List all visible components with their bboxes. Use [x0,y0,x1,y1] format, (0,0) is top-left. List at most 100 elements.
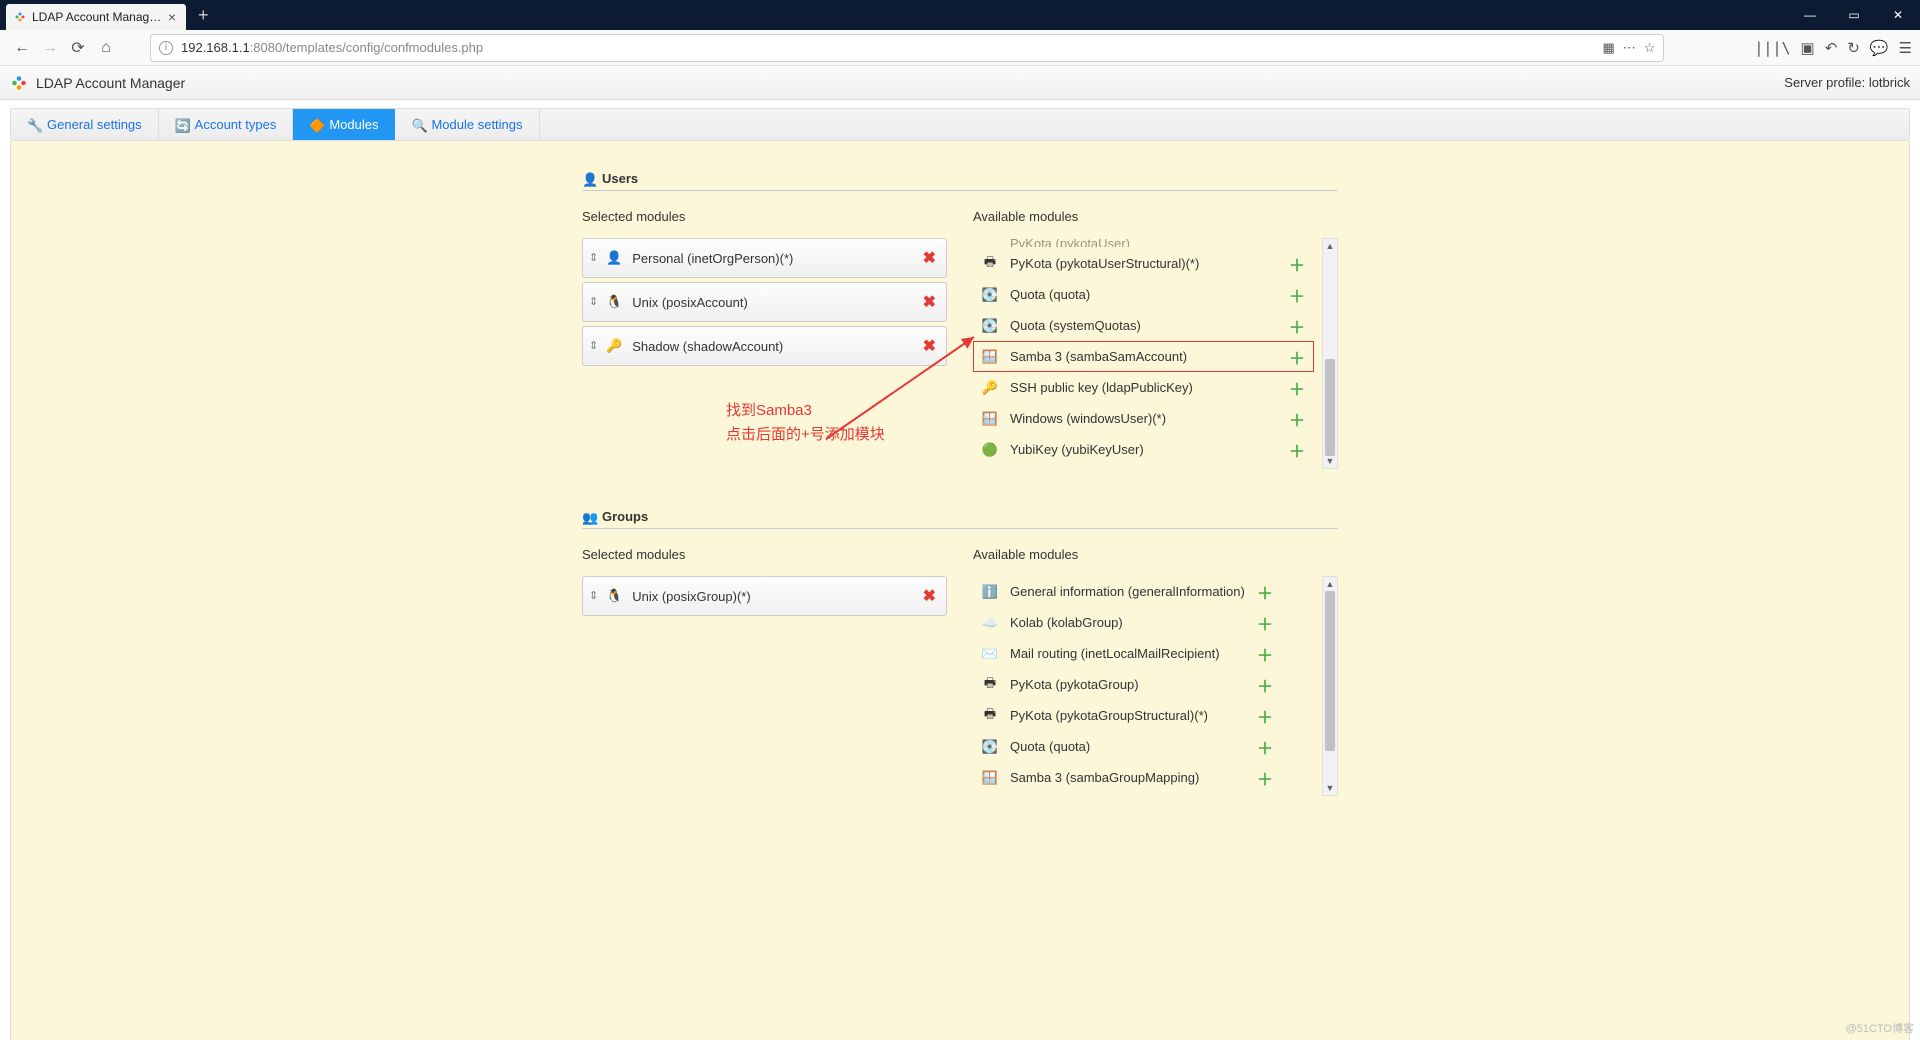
add-module-button[interactable]: ＋ [1257,673,1275,697]
more-icon[interactable]: ⋯ [1623,40,1636,56]
available-module-item[interactable]: 🪟Samba 3 (sambaSamAccount)＋ [973,341,1314,372]
module-label: PyKota (pykotaUser) [1010,238,1289,248]
close-button[interactable]: ✕ [1876,0,1920,30]
selected-module-item[interactable]: ⇕🔑Shadow (shadowAccount)✖ [582,326,947,366]
info-icon: ℹ️ [982,584,998,600]
tab-module-settings[interactable]: 🔍 Module settings [395,109,539,140]
refresh-icon[interactable]: ↻ [1847,39,1860,57]
available-module-item[interactable]: 🖶PyKota (pykotaGroup)＋ [973,669,1282,700]
forward-button[interactable]: → [36,34,64,62]
add-module-button[interactable]: ＋ [1289,283,1307,307]
add-module-button[interactable]: ＋ [1257,766,1275,790]
add-module-button[interactable]: ＋ [1257,642,1275,666]
scroll-up-icon[interactable]: ▲ [1323,577,1337,591]
drag-handle-icon[interactable]: ⇕ [589,254,598,262]
available-module-item[interactable]: 💽Quota (quota)＋ [973,731,1282,762]
chat-icon[interactable]: 💬 [1870,39,1889,57]
selected-module-item[interactable]: ⇕🐧Unix (posixAccount)✖ [582,282,947,322]
samba-icon: 🪟 [982,349,998,365]
person-icon: 👤 [606,250,622,266]
tab-modules[interactable]: 🔶 Modules [293,109,395,140]
linux-icon: 🐧 [606,588,622,604]
page-scroll[interactable]: LDAP Account Manager Server profile: lot… [0,66,1920,1040]
module-label: PyKota (pykotaGroupStructural)(*) [1010,708,1257,723]
remove-module-button[interactable]: ✖ [923,586,936,606]
sidebar-icon[interactable]: ▣ [1801,39,1815,57]
remove-module-button[interactable]: ✖ [923,336,936,356]
browser-tab[interactable]: LDAP Account Manager Con × [6,4,186,30]
users-title: 👤 Users [582,171,1338,191]
browser-toolbar: ← → ⟳ ⌂ i 192.168.1.1:8080/templates/con… [0,30,1920,66]
available-module-item[interactable]: 💽Quota (systemQuotas)＋ [973,310,1314,341]
available-module-item[interactable]: 🖶PyKota (pykotaUserStructural)(*)＋ [973,248,1314,279]
available-module-item[interactable]: 🔑SSH public key (ldapPublicKey)＋ [973,372,1314,403]
window-controls: — ▭ ✕ [1788,0,1920,30]
scroll-up-icon[interactable]: ▲ [1323,239,1337,253]
watermark: @51CTO博客 [1846,1020,1914,1036]
available-module-item[interactable]: ☁️Kolab (kolabGroup)＋ [973,607,1282,638]
available-module-item[interactable]: ℹ️General information (generalInformatio… [973,576,1282,607]
minimize-button[interactable]: — [1788,0,1832,30]
lam-favicon [14,11,26,23]
available-module-item[interactable]: ✉️Mail routing (inetLocalMailRecipient)＋ [973,638,1282,669]
scroll-down-icon[interactable]: ▼ [1323,454,1337,468]
remove-module-button[interactable]: ✖ [923,292,936,312]
available-module-item[interactable]: PyKota (pykotaUser)＋ [973,238,1314,248]
new-tab-button[interactable]: + [198,5,209,26]
groups-available-scrollbar[interactable]: ▲ ▼ [1322,576,1338,796]
back-button[interactable]: ← [8,34,36,62]
available-module-item[interactable]: 💽Quota (quota)＋ [973,279,1314,310]
drag-handle-icon[interactable]: ⇕ [589,592,598,600]
reload-button[interactable]: ⟳ [64,34,92,62]
qr-icon[interactable]: ▦ [1602,40,1614,56]
url-right-icons: ▦ ⋯ ☆ [1602,40,1655,56]
add-module-button[interactable]: ＋ [1289,314,1307,338]
add-module-button[interactable]: ＋ [1289,252,1307,276]
scroll-thumb[interactable] [1325,359,1335,456]
groups-selected-header: Selected modules [582,547,947,562]
add-module-button[interactable]: ＋ [1257,611,1275,635]
tab-close-icon[interactable]: × [166,10,178,24]
module-label: SSH public key (ldapPublicKey) [1010,380,1289,395]
tab-account-types[interactable]: 🔄 Account types [159,109,294,140]
undo-icon[interactable]: ↶ [1825,39,1838,57]
url-bar[interactable]: i 192.168.1.1:8080/templates/config/conf… [150,34,1664,62]
available-module-item[interactable]: 🟢YubiKey (yubiKeyUser)＋ [973,434,1314,465]
tab-general-settings[interactable]: 🔧 General settings [11,109,159,140]
tab-label: Module settings [431,117,522,132]
site-info-icon[interactable]: i [159,41,173,55]
maximize-button[interactable]: ▭ [1832,0,1876,30]
server-profile-label: Server profile: lotbrick [1784,75,1910,90]
tab-strip: LDAP Account Manager Con × + [0,0,209,30]
add-module-button[interactable]: ＋ [1289,407,1307,431]
users-selected-header: Selected modules [582,209,947,224]
add-module-button[interactable]: ＋ [1289,345,1307,369]
available-module-item[interactable]: 🖶 PyKota (pykotaGroupStructural)(*)＋ [973,700,1282,731]
groups-title: 👥 Groups [582,509,1338,529]
add-module-button[interactable]: ＋ [1257,704,1275,728]
add-module-button[interactable]: ＋ [1257,735,1275,759]
available-module-item[interactable]: 🪟Windows (windowsUser)(*)＋ [973,403,1314,434]
scroll-down-icon[interactable]: ▼ [1323,781,1337,795]
selected-module-item[interactable]: ⇕ 👤 Personal (inetOrgPerson)(*)✖ [582,238,947,278]
add-module-button[interactable]: ＋ [1289,376,1307,400]
home-button[interactable]: ⌂ [92,34,120,62]
users-section: 👤 Users Selected modules ⇕ 👤 Personal (ine… [582,171,1338,469]
add-module-button[interactable]: ＋ [1289,438,1307,462]
add-module-button[interactable]: ＋ [1257,580,1275,604]
module-label: Personal (inetOrgPerson)(*) [632,251,922,266]
module-label: Unix (posixAccount) [632,295,922,310]
printer-icon: 🖶 [982,708,998,724]
menu-icon[interactable]: ☰ [1899,39,1912,57]
bookmark-icon[interactable]: ☆ [1644,40,1656,56]
selected-module-item[interactable]: ⇕🐧Unix (posixGroup)(*)✖ [582,576,947,616]
scroll-thumb[interactable] [1325,591,1335,751]
drag-handle-icon[interactable]: ⇕ [589,298,598,306]
available-module-item[interactable]: 🪟Samba 3 (sambaGroupMapping)＋ [973,762,1282,793]
library-icon[interactable]: |||\ [1754,39,1790,57]
module-label: Quota (quota) [1010,739,1257,754]
users-available-header: Available modules [973,209,1338,224]
remove-module-button[interactable]: ✖ [923,248,936,268]
users-available-scrollbar[interactable]: ▲ ▼ [1322,238,1338,469]
drag-handle-icon[interactable]: ⇕ [589,342,598,350]
